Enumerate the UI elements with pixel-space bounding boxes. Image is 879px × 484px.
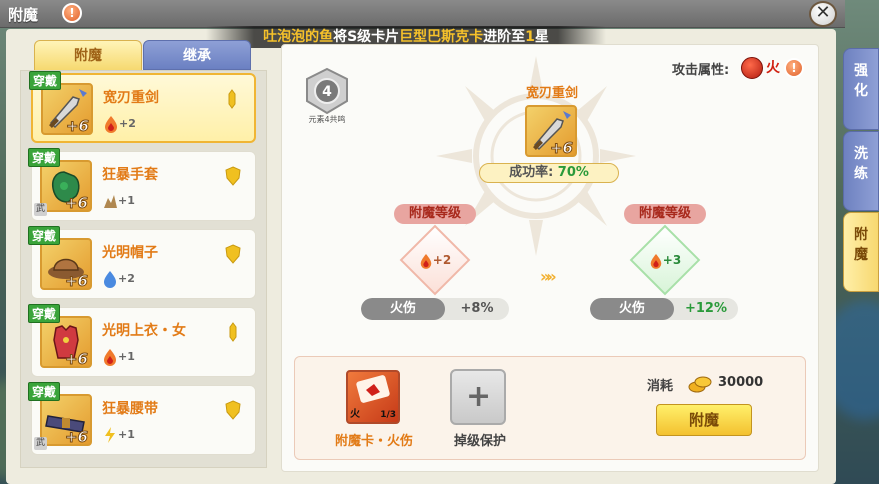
zeny-coin-icon <box>688 376 712 393</box>
equipped-badge: 穿戴 <box>28 382 61 401</box>
current-level-value: +2 <box>404 245 466 275</box>
enhance-level: +6 <box>65 117 89 135</box>
marquee-text: 星 <box>534 29 549 45</box>
equipment-item[interactable]: 穿戴 +6 武 狂暴手套 +1 <box>28 148 256 221</box>
enchant-button[interactable]: 附魔 <box>656 404 752 436</box>
earth-spike-icon <box>104 195 117 208</box>
left-tab-bar: 附魔 继承 <box>34 40 259 70</box>
close-button[interactable]: ✕ <box>809 1 837 27</box>
wind-icon <box>105 427 115 443</box>
shield-icon <box>225 244 241 264</box>
fire-drop-icon <box>650 253 662 269</box>
level-protect-slot[interactable]: + <box>450 369 506 425</box>
equipment-item[interactable]: 穿戴 +6 宽刃重剑 +2 <box>29 71 256 143</box>
slot-tag: 武 <box>34 437 47 450</box>
tab-refine[interactable]: 洗练 <box>843 131 879 211</box>
item-enchant-bonus: +2 <box>103 115 136 133</box>
enhance-level: +6 <box>64 194 88 212</box>
enchant-card-slot[interactable]: 火 1/3 <box>346 370 400 424</box>
current-stat-bar: 火伤 +8% <box>361 298 509 320</box>
item-enchant-bonus: +1 <box>102 348 135 366</box>
svg-text:元素4共鸣: 元素4共鸣 <box>308 114 345 124</box>
level-protect-label: 掉级保护 <box>453 434 506 449</box>
armor-icon: +6 <box>40 316 92 368</box>
success-rate-value: 70% <box>557 165 589 180</box>
tab-inherit[interactable]: 继承 <box>143 40 251 70</box>
card-element: 火 <box>350 409 360 420</box>
selected-weapon-name: 宽刃重剑 <box>525 86 578 101</box>
equipped-badge: 穿戴 <box>29 71 62 90</box>
window-title: 附魔 <box>8 6 39 24</box>
next-level-value: +3 <box>634 245 696 275</box>
equipped-badge: 穿戴 <box>28 148 61 167</box>
fire-drop-icon <box>420 253 432 269</box>
hat-icon: +6 <box>40 238 92 290</box>
tab-enchant[interactable]: 附魔 <box>34 40 142 70</box>
enchant-card-label: 附魔卡・火伤 <box>334 434 413 449</box>
marquee-stars: 1 <box>525 29 535 45</box>
attack-attribute-label: 攻击属性: <box>672 63 730 78</box>
fire-drop-icon <box>104 349 116 366</box>
marquee-user: 吐泡泡的鱼 <box>263 29 334 45</box>
equipment-list: 穿戴 +6 宽刃重剑 +2 穿戴 +6 武 狂暴手套 +1 穿戴 +6 光明帽子… <box>20 70 267 468</box>
enhance-level: +6 <box>549 139 573 157</box>
cost-value: 30000 <box>718 375 764 390</box>
enhance-level: +6 <box>64 350 88 368</box>
equipped-badge: 穿戴 <box>28 304 61 323</box>
equipment-item[interactable]: 穿戴 +6 武 狂暴腰带 +1 <box>28 382 256 455</box>
marquee-card: 巨型巴斯克卡 <box>399 29 484 45</box>
sword-pin-icon <box>229 322 237 342</box>
equipment-item[interactable]: 穿戴 +6 光明帽子 +2 <box>28 226 256 299</box>
item-name: 光明上衣・女 <box>102 323 186 339</box>
enhance-level: +6 <box>64 428 88 446</box>
next-stat-value: +12% <box>684 301 727 316</box>
upgrade-arrow-icon: »» <box>540 267 557 286</box>
fire-drop-icon <box>105 116 117 133</box>
shield-icon <box>225 166 241 186</box>
success-rate-label: 成功率: <box>509 165 554 180</box>
item-name: 狂暴手套 <box>102 167 158 183</box>
slot-tag: 武 <box>34 203 47 216</box>
resonance-badge-icon[interactable]: 4 元素4共鸣 <box>300 65 354 125</box>
water-drop-icon <box>104 271 116 288</box>
gloves-icon: +6 <box>40 160 92 212</box>
marquee-text: 将S级卡片 <box>333 29 400 45</box>
tab-enchant-side[interactable]: 附魔 <box>843 212 879 292</box>
tab-enhance[interactable]: 强化 <box>843 48 879 130</box>
marquee-text: 进阶至 <box>483 29 526 45</box>
title-bar: 附魔 ! <box>0 0 845 28</box>
item-enchant-bonus: +1 <box>102 426 135 444</box>
item-name: 狂暴腰带 <box>102 401 158 417</box>
svg-text:4: 4 <box>322 84 332 100</box>
next-level-title: 附魔等级 <box>624 204 706 224</box>
belt-icon: +6 <box>40 394 92 446</box>
next-stat-label: 火伤 <box>590 298 674 320</box>
card-count: 1/3 <box>380 410 396 420</box>
next-stat-bar: 火伤 +12% <box>590 298 738 320</box>
plus-icon: + <box>466 379 492 414</box>
cost-label: 消耗 <box>647 379 674 394</box>
fire-element-icon <box>741 57 763 79</box>
item-name: 宽刃重剑 <box>103 90 159 106</box>
equipped-badge: 穿戴 <box>28 226 61 245</box>
info-icon[interactable]: ! <box>62 3 82 23</box>
game-screen: 附魔 ! ✕ 吐泡泡的鱼将S级卡片巨型巴斯克卡进阶至1星 附魔 继承 穿戴 +6… <box>0 0 879 484</box>
enhance-level: +6 <box>64 272 88 290</box>
attack-attribute-value: 火 <box>766 60 780 76</box>
current-level-title: 附魔等级 <box>394 204 476 224</box>
item-name: 光明帽子 <box>102 245 158 261</box>
item-enchant-bonus: +2 <box>102 270 135 288</box>
current-stat-label: 火伤 <box>361 298 445 320</box>
sword-pin-icon <box>228 89 236 109</box>
selected-weapon-icon[interactable]: +6 <box>525 105 577 157</box>
attribute-info-icon[interactable]: ! <box>784 58 804 78</box>
item-enchant-bonus: +1 <box>102 192 135 210</box>
success-rate-bar: 成功率: 70% <box>479 163 619 183</box>
sword-icon: +6 <box>41 83 93 135</box>
current-stat-value: +8% <box>460 301 494 316</box>
equipment-item[interactable]: 穿戴 +6 光明上衣・女 +1 <box>28 304 256 377</box>
shield-icon <box>225 400 241 420</box>
